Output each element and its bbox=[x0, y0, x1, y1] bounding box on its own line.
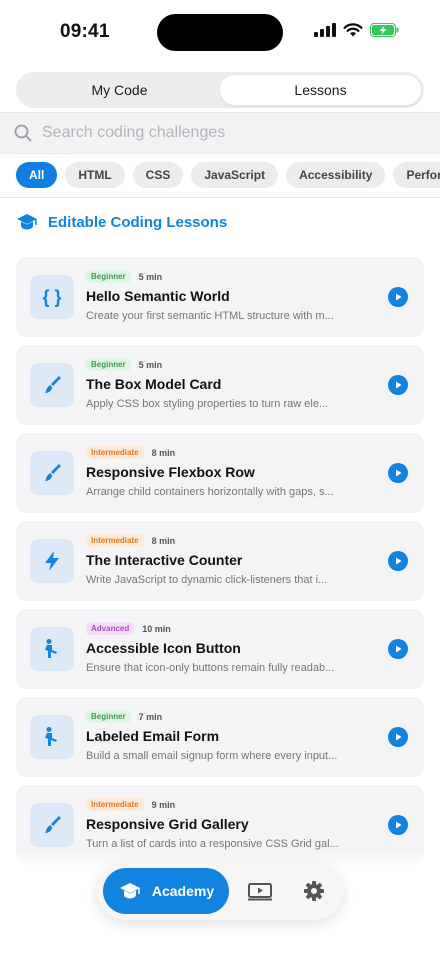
play-button[interactable] bbox=[388, 551, 408, 571]
lesson-card[interactable]: Beginner 7 min Labeled Email Form Build … bbox=[16, 697, 424, 777]
chip-performance[interactable]: Performa bbox=[393, 162, 440, 188]
play-button[interactable] bbox=[388, 463, 408, 483]
play-button[interactable] bbox=[388, 639, 408, 659]
lesson-description: Arrange child containers horizontally wi… bbox=[86, 486, 334, 498]
graduation-cap-icon bbox=[17, 214, 37, 230]
section-title: Editable Coding Lessons bbox=[48, 213, 228, 231]
chip-accessibility[interactable]: Accessibility bbox=[286, 162, 386, 188]
lesson-card[interactable]: Advanced 10 min Accessible Icon Button E… bbox=[16, 609, 424, 689]
dynamic-island bbox=[157, 14, 283, 51]
tab-my-code[interactable]: My Code bbox=[19, 75, 220, 105]
lesson-duration: 7 min bbox=[138, 711, 163, 722]
lesson-meta: Beginner 7 min bbox=[86, 710, 162, 723]
section-header: Editable Coding Lessons bbox=[16, 212, 227, 232]
level-badge: Beginner bbox=[86, 710, 131, 723]
lesson-duration: 8 min bbox=[151, 447, 176, 458]
battery-charging-icon bbox=[370, 23, 399, 37]
segmented-control: My Code Lessons bbox=[16, 72, 424, 108]
level-badge: Intermediate bbox=[86, 534, 144, 547]
play-button[interactable] bbox=[388, 815, 408, 835]
play-icon bbox=[396, 821, 402, 829]
lesson-meta: Intermediate 9 min bbox=[86, 798, 175, 811]
search-icon bbox=[14, 124, 32, 142]
lesson-description: Build a small email signup form where ev… bbox=[86, 750, 338, 762]
play-icon bbox=[396, 293, 402, 301]
wifi-icon bbox=[343, 23, 363, 37]
play-icon bbox=[396, 733, 402, 741]
paintbrush-icon bbox=[30, 803, 74, 847]
lesson-duration: 5 min bbox=[138, 271, 163, 282]
chip-javascript[interactable]: JavaScript bbox=[191, 162, 279, 188]
tab-academy[interactable]: Academy bbox=[103, 868, 229, 914]
play-button[interactable] bbox=[388, 375, 408, 395]
lesson-meta: Intermediate 8 min bbox=[86, 446, 175, 459]
play-icon bbox=[396, 645, 402, 653]
bottom-tab-bar: Academy bbox=[97, 862, 343, 920]
play-button[interactable] bbox=[388, 727, 408, 747]
cellular-signal-icon bbox=[314, 23, 336, 37]
lesson-card[interactable]: Intermediate 8 min The Interactive Count… bbox=[16, 521, 424, 601]
lesson-title: Accessible Icon Button bbox=[86, 640, 241, 656]
lesson-title: Hello Semantic World bbox=[86, 288, 230, 304]
lesson-description: Create your first semantic HTML structur… bbox=[86, 310, 334, 322]
lesson-meta: Intermediate 8 min bbox=[86, 534, 175, 547]
lesson-duration: 10 min bbox=[142, 623, 171, 634]
accessibility-person-icon bbox=[30, 715, 74, 759]
lesson-description: Turn a list of cards into a responsive C… bbox=[86, 838, 339, 850]
lesson-meta: Beginner 5 min bbox=[86, 270, 162, 283]
app-screen: 09:41 My Code Lessons Search coding chal… bbox=[0, 0, 440, 957]
lesson-meta: Advanced 10 min bbox=[86, 622, 171, 635]
lesson-title: The Interactive Counter bbox=[86, 552, 243, 568]
lesson-duration: 8 min bbox=[151, 535, 176, 546]
lesson-description: Write JavaScript to dynamic click-listen… bbox=[86, 574, 328, 586]
bolt-icon bbox=[30, 539, 74, 583]
level-badge: Beginner bbox=[86, 358, 131, 371]
level-badge: Beginner bbox=[86, 270, 131, 283]
level-badge: Intermediate bbox=[86, 446, 144, 459]
play-icon bbox=[396, 469, 402, 477]
lesson-title: Responsive Grid Gallery bbox=[86, 816, 249, 832]
lesson-title: Responsive Flexbox Row bbox=[86, 464, 255, 480]
accessibility-person-icon bbox=[30, 627, 74, 671]
play-icon bbox=[396, 557, 402, 565]
lesson-duration: 9 min bbox=[151, 799, 176, 810]
lesson-card[interactable]: Intermediate 8 min Responsive Flexbox Ro… bbox=[16, 433, 424, 513]
tab-video[interactable] bbox=[247, 881, 273, 901]
svg-text:{ }: { } bbox=[42, 287, 61, 307]
lesson-description: Apply CSS box styling properties to turn… bbox=[86, 398, 329, 410]
status-time: 09:41 bbox=[60, 21, 110, 42]
play-button[interactable] bbox=[388, 287, 408, 307]
search-input[interactable] bbox=[42, 124, 402, 142]
chip-all[interactable]: All bbox=[16, 162, 58, 188]
tab-settings[interactable] bbox=[303, 880, 325, 902]
chip-css[interactable]: CSS bbox=[132, 162, 184, 188]
gear-icon bbox=[304, 881, 324, 901]
search-bar bbox=[0, 112, 440, 154]
tab-lessons[interactable]: Lessons bbox=[220, 75, 421, 105]
lesson-title: Labeled Email Form bbox=[86, 728, 220, 744]
braces-icon: { } bbox=[30, 275, 74, 319]
status-bar: 09:41 bbox=[0, 0, 440, 64]
status-icons bbox=[314, 23, 400, 37]
lesson-card[interactable]: Beginner 5 min The Box Model Card Apply … bbox=[16, 345, 424, 425]
lesson-description: Ensure that icon-only buttons remain ful… bbox=[86, 662, 335, 674]
chip-html[interactable]: HTML bbox=[65, 162, 125, 188]
paintbrush-icon bbox=[30, 363, 74, 407]
tab-academy-label: Academy bbox=[151, 883, 215, 899]
graduation-cap-icon bbox=[119, 883, 140, 899]
divider bbox=[0, 197, 440, 198]
level-badge: Intermediate bbox=[86, 798, 144, 811]
lesson-duration: 5 min bbox=[138, 359, 163, 370]
filter-chips: All HTML CSS JavaScript Accessibility Pe… bbox=[16, 162, 440, 188]
video-player-icon bbox=[248, 883, 272, 901]
play-icon bbox=[396, 381, 402, 389]
lesson-title: The Box Model Card bbox=[86, 376, 222, 392]
lesson-meta: Beginner 5 min bbox=[86, 358, 162, 371]
lesson-card[interactable]: { } Beginner 5 min Hello Semantic World … bbox=[16, 257, 424, 337]
level-badge: Advanced bbox=[86, 622, 135, 635]
paintbrush-icon bbox=[30, 451, 74, 495]
